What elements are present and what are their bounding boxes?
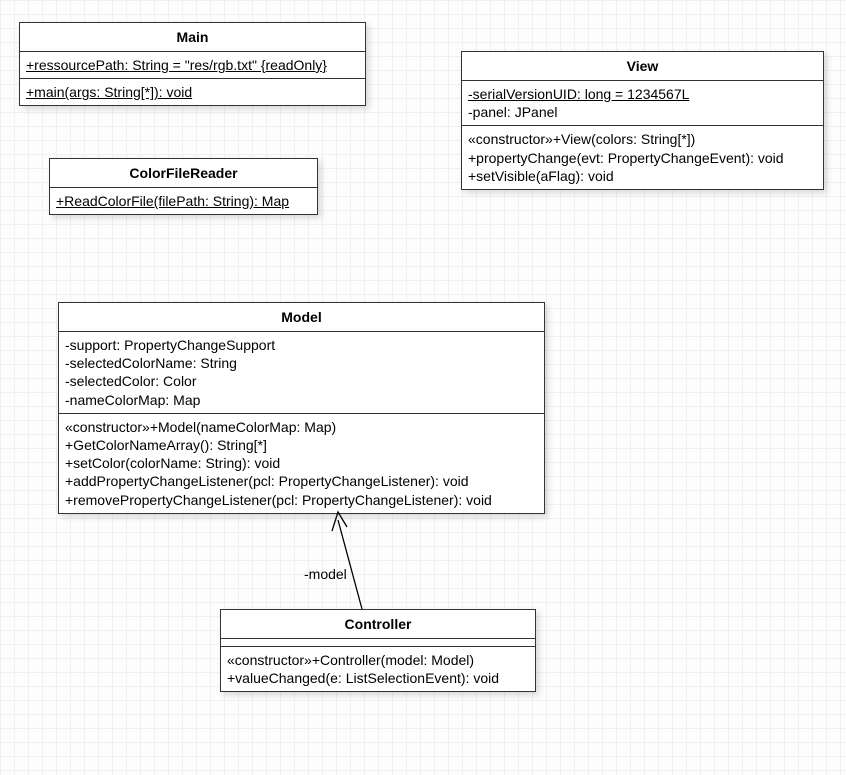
class-main-attrs: +ressourcePath: String = "res/rgb.txt" {… bbox=[20, 52, 365, 79]
class-controller-attrs bbox=[221, 639, 535, 647]
attr: -nameColorMap: Map bbox=[65, 391, 538, 409]
op: «constructor»+Model(nameColorMap: Map) bbox=[65, 418, 538, 436]
op: +addPropertyChangeListener(pcl: Property… bbox=[65, 472, 538, 490]
attr: -support: PropertyChangeSupport bbox=[65, 336, 538, 354]
class-view-name: View bbox=[462, 52, 823, 81]
op: +setVisible(aFlag): void bbox=[468, 167, 817, 185]
association-line bbox=[338, 520, 362, 609]
association-label: -model bbox=[304, 566, 347, 582]
class-main[interactable]: Main +ressourcePath: String = "res/rgb.t… bbox=[19, 22, 366, 106]
attr: +ressourcePath: String = "res/rgb.txt" {… bbox=[26, 56, 359, 74]
attr: -selectedColorName: String bbox=[65, 354, 538, 372]
class-main-ops: +main(args: String[*]): void bbox=[20, 79, 365, 105]
association-arrowhead bbox=[332, 512, 347, 531]
class-model-name: Model bbox=[59, 303, 544, 332]
class-model-attrs: -support: PropertyChangeSupport -selecte… bbox=[59, 332, 544, 414]
op: +ReadColorFile(filePath: String): Map bbox=[56, 192, 311, 210]
class-controller[interactable]: Controller «constructor»+Controller(mode… bbox=[220, 609, 536, 692]
class-model-ops: «constructor»+Model(nameColorMap: Map) +… bbox=[59, 414, 544, 513]
class-colorfilereader-ops: +ReadColorFile(filePath: String): Map bbox=[50, 188, 317, 214]
op: +propertyChange(evt: PropertyChangeEvent… bbox=[468, 149, 817, 167]
class-controller-ops: «constructor»+Controller(model: Model) +… bbox=[221, 647, 535, 691]
op: +removePropertyChangeListener(pcl: Prope… bbox=[65, 491, 538, 509]
class-controller-name: Controller bbox=[221, 610, 535, 639]
op: «constructor»+View(colors: String[*]) bbox=[468, 130, 817, 148]
op: «constructor»+Controller(model: Model) bbox=[227, 651, 529, 669]
attr: -panel: JPanel bbox=[468, 103, 817, 121]
class-colorfilereader[interactable]: ColorFileReader +ReadColorFile(filePath:… bbox=[49, 158, 318, 215]
op: +main(args: String[*]): void bbox=[26, 83, 359, 101]
class-main-name: Main bbox=[20, 23, 365, 52]
op: +valueChanged(e: ListSelectionEvent): vo… bbox=[227, 669, 529, 687]
class-view-attrs: -serialVersionUID: long = 1234567L -pane… bbox=[462, 81, 823, 126]
attr: -selectedColor: Color bbox=[65, 372, 538, 390]
class-view-ops: «constructor»+View(colors: String[*]) +p… bbox=[462, 126, 823, 189]
op: +setColor(colorName: String): void bbox=[65, 454, 538, 472]
class-view[interactable]: View -serialVersionUID: long = 1234567L … bbox=[461, 51, 824, 190]
class-model[interactable]: Model -support: PropertyChangeSupport -s… bbox=[58, 302, 545, 514]
class-colorfilereader-name: ColorFileReader bbox=[50, 159, 317, 188]
attr: -serialVersionUID: long = 1234567L bbox=[468, 85, 817, 103]
op: +GetColorNameArray(): String[*] bbox=[65, 436, 538, 454]
